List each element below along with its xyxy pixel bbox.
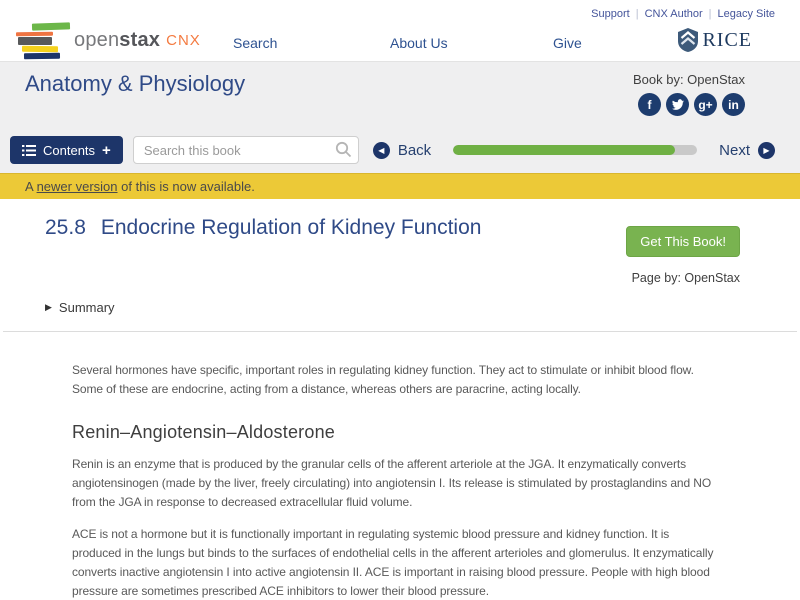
article-body: Several hormones have specific, importan… bbox=[72, 361, 717, 600]
divider: | bbox=[708, 8, 712, 20]
support-link[interactable]: Support bbox=[591, 8, 630, 20]
openstax-cnx-logo[interactable]: openstax CNX bbox=[10, 20, 201, 60]
page-by-label: Page by: OpenStax bbox=[631, 271, 740, 285]
banner-text: A newer version of this is now available… bbox=[25, 179, 255, 194]
book-search bbox=[132, 136, 359, 164]
progress-fill bbox=[453, 145, 676, 155]
book-by-label: Book by: OpenStax bbox=[632, 72, 745, 87]
nav-link-about-us[interactable]: About Us bbox=[390, 35, 448, 51]
section-heading: Renin–Angiotensin–Aldosterone bbox=[72, 422, 335, 442]
contents-button[interactable]: Contents + bbox=[10, 136, 123, 164]
book-toolbar: Contents + ◀ Back Next ▶ bbox=[10, 136, 775, 164]
intro-paragraph: Several hormones have specific, importan… bbox=[72, 363, 694, 396]
book-by-block: Book by: OpenStax f g+ in bbox=[633, 72, 745, 116]
list-icon bbox=[22, 144, 36, 156]
section-title: Endocrine Regulation of Kidney Function bbox=[100, 216, 482, 239]
nav-link-search[interactable]: Search bbox=[233, 35, 277, 51]
search-input[interactable] bbox=[132, 136, 359, 164]
next-arrow-icon[interactable]: ▶ bbox=[758, 141, 775, 159]
twitter-icon[interactable] bbox=[666, 93, 689, 116]
page-title: 25.8 Endocrine Regulation of Kidney Funct… bbox=[45, 216, 481, 240]
linkedin-icon[interactable]: in bbox=[722, 93, 745, 116]
plus-icon: + bbox=[102, 141, 111, 159]
reading-progress-bar[interactable] bbox=[453, 145, 698, 155]
get-this-book-button[interactable]: Get This Book! bbox=[626, 226, 740, 257]
next-label[interactable]: Next bbox=[719, 142, 750, 159]
nav-link-give[interactable]: Give bbox=[553, 35, 582, 51]
search-icon bbox=[335, 141, 352, 163]
page: Support | CNX Author | Legacy Site openstax … bbox=[0, 0, 800, 600]
book-title: Anatomy & Physiology bbox=[25, 71, 246, 96]
legacy-site-link[interactable]: Legacy Site bbox=[718, 8, 775, 20]
cnx-author-link[interactable]: CNX Author bbox=[645, 8, 703, 20]
rice-label: RICE bbox=[702, 28, 752, 51]
section-number: 25.8 bbox=[45, 216, 86, 239]
collapse-arrow-icon: ▶ bbox=[45, 302, 52, 312]
contents-label: Contents bbox=[43, 142, 96, 158]
summary-label: Summary bbox=[58, 300, 115, 315]
back-control[interactable]: ◀ Back bbox=[372, 141, 439, 159]
book-header: Anatomy & Physiology Book by: OpenStax f… bbox=[0, 62, 800, 173]
social-icons: f g+ in bbox=[633, 93, 745, 116]
logo-cnx-label: CNX bbox=[166, 31, 201, 49]
divider: | bbox=[635, 8, 639, 20]
next-control[interactable]: Next ▶ bbox=[711, 141, 775, 159]
rice-shield-icon bbox=[678, 28, 699, 52]
logo-wordmark: openstax bbox=[74, 28, 161, 51]
google-plus-icon[interactable]: g+ bbox=[694, 93, 717, 116]
summary-toggle[interactable]: ▶ Summary bbox=[45, 300, 740, 315]
top-navigation: Support | CNX Author | Legacy Site openstax … bbox=[0, 0, 800, 62]
back-arrow-icon[interactable]: ◀ bbox=[372, 141, 390, 159]
paragraph: ACE is not a hormone but it is functiona… bbox=[72, 527, 714, 598]
section-divider bbox=[3, 331, 797, 332]
rice-university-logo[interactable]: RICE bbox=[678, 28, 752, 52]
newer-version-banner: A newer version of this is now available… bbox=[0, 173, 800, 199]
utility-links: Support | CNX Author | Legacy Site bbox=[591, 8, 775, 20]
back-label[interactable]: Back bbox=[398, 142, 431, 159]
openstax-books-icon bbox=[10, 20, 71, 60]
paragraph: Renin is an enzyme that is produced by t… bbox=[72, 457, 712, 509]
main-content: 25.8 Endocrine Regulation of Kidney Funct… bbox=[0, 216, 800, 600]
title-row: 25.8 Endocrine Regulation of Kidney Funct… bbox=[45, 216, 740, 257]
newer-version-link[interactable]: newer version bbox=[37, 179, 118, 194]
facebook-icon[interactable]: f bbox=[638, 93, 661, 116]
